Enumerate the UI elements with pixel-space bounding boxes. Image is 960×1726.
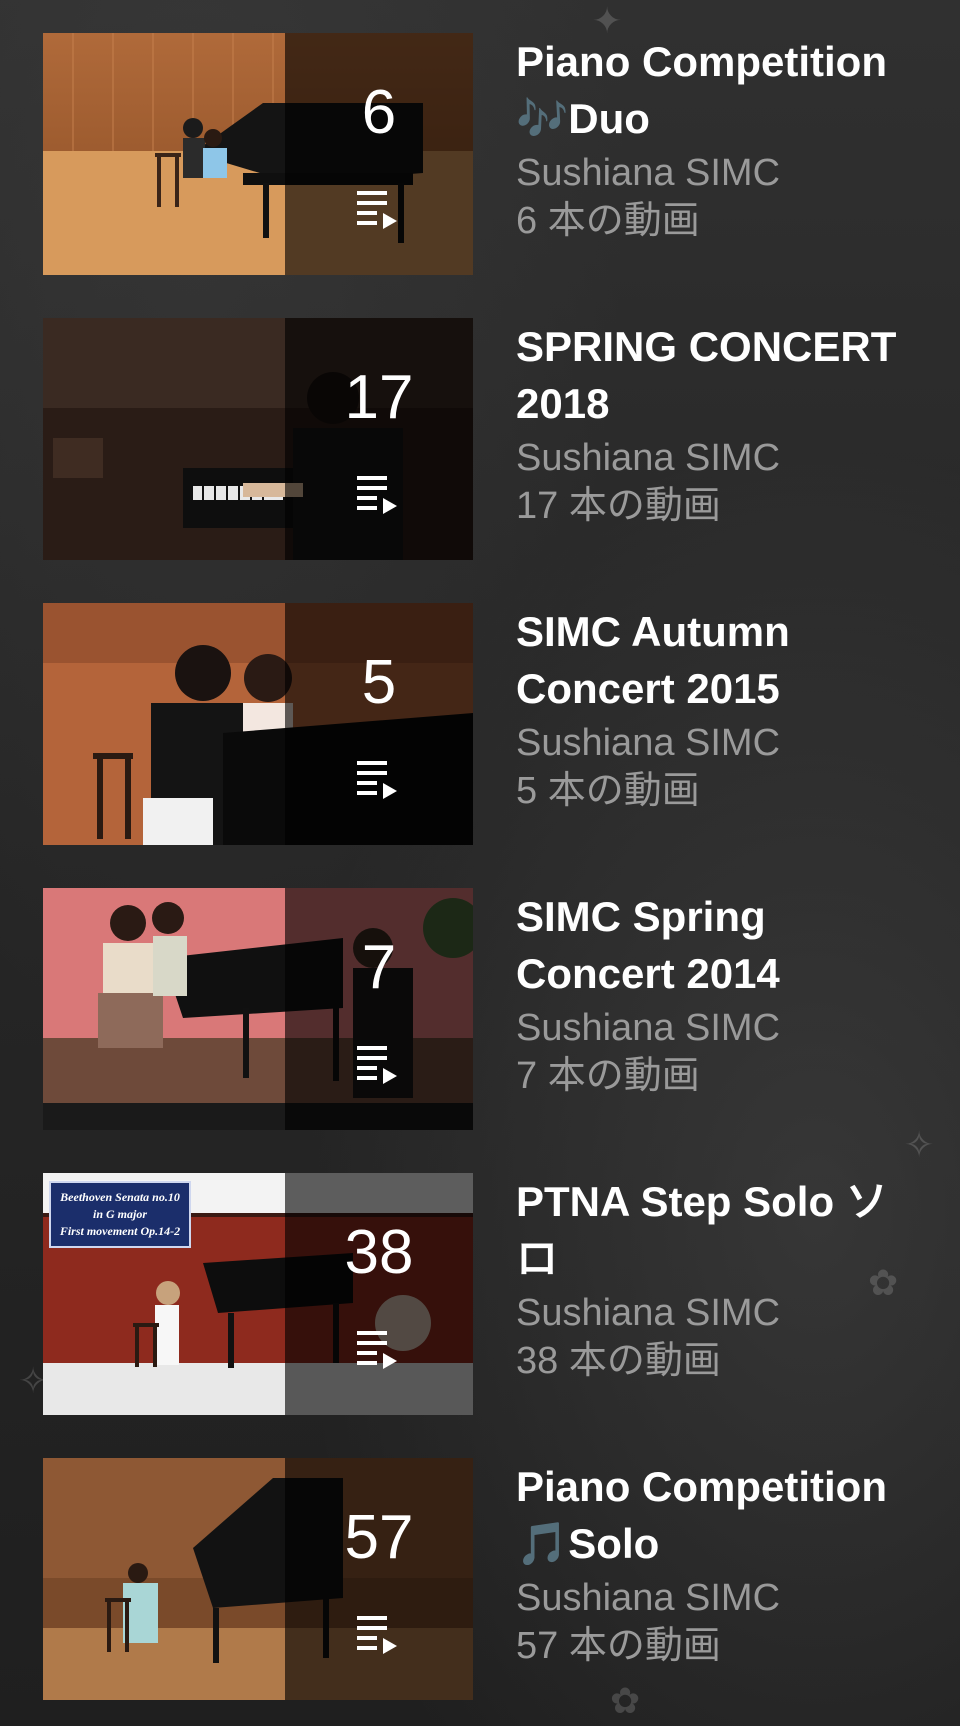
- channel-name[interactable]: Sushiana SIMC: [516, 149, 926, 197]
- channel-name[interactable]: Sushiana SIMC: [516, 719, 926, 767]
- video-count-overlay: 17: [344, 363, 414, 432]
- playlist-title-main: Piano Competition: [516, 38, 887, 85]
- playlist-info[interactable]: Piano Competition 🎶Duo Sushiana SIMC 6 本…: [516, 33, 926, 245]
- playlist-item[interactable]: 5 SIMC Autumn Concert 2015 Sushiana SIMC…: [0, 603, 960, 847]
- thumbnail-caption: Beethoven Senata no.10 in G major First …: [49, 1181, 191, 1248]
- playlist-info[interactable]: Piano Competition 🎵Solo Sushiana SIMC 57…: [516, 1458, 926, 1670]
- playlist-thumbnail[interactable]: 5: [43, 603, 473, 845]
- playlist-title[interactable]: Piano Competition 🎵Solo: [516, 1458, 926, 1572]
- queue-icon: [357, 476, 397, 514]
- music-note-icon: 🎶: [516, 95, 569, 142]
- playlist-info[interactable]: SIMC Spring Concert 2014 Sushiana SIMC 7…: [516, 888, 926, 1100]
- video-count-overlay: 57: [344, 1503, 414, 1572]
- thumbnail-overlay: 57: [285, 1458, 473, 1700]
- playlist-item[interactable]: 6 Piano Competition 🎶Duo Sushiana SIMC 6…: [0, 33, 960, 277]
- video-count-overlay: 6: [361, 78, 397, 147]
- playlist-thumbnail[interactable]: Beethoven Senata no.10 in G major First …: [43, 1173, 473, 1415]
- playlist-thumbnail[interactable]: 7: [43, 888, 473, 1130]
- video-count-text: 17 本の動画: [516, 485, 721, 527]
- queue-icon: [357, 1331, 397, 1369]
- channel-name[interactable]: Sushiana SIMC: [516, 1289, 926, 1337]
- video-count-overlay: 7: [361, 933, 397, 1002]
- playlist-info[interactable]: PTNA Step Solo ソロ Sushiana SIMC 38 本の動画: [516, 1173, 926, 1385]
- queue-icon: [357, 1616, 397, 1654]
- playlist-title[interactable]: SPRING CONCERT 2018: [516, 318, 926, 432]
- playlist-title[interactable]: SIMC Spring Concert 2014: [516, 888, 926, 1002]
- channel-name[interactable]: Sushiana SIMC: [516, 1574, 926, 1622]
- playlist-list: 6 Piano Competition 🎶Duo Sushiana SIMC 6…: [0, 0, 960, 1726]
- video-count-text: 38 本の動画: [516, 1340, 721, 1382]
- queue-icon: [357, 191, 397, 229]
- playlist-item[interactable]: 17 SPRING CONCERT 2018 Sushiana SIMC 17 …: [0, 318, 960, 562]
- thumbnail-overlay: 17: [285, 318, 473, 560]
- thumbnail-overlay: 6: [285, 33, 473, 275]
- playlist-title-suffix: Solo: [568, 1520, 660, 1567]
- playlist-title[interactable]: Piano Competition 🎶Duo: [516, 33, 926, 147]
- playlist-title[interactable]: PTNA Step Solo ソロ: [516, 1173, 926, 1287]
- playlist-item[interactable]: Beethoven Senata no.10 in G major First …: [0, 1173, 960, 1417]
- playlist-thumbnail[interactable]: 17: [43, 318, 473, 560]
- video-count-text: 6 本の動画: [516, 200, 700, 242]
- video-count-text: 7 本の動画: [516, 1055, 700, 1097]
- queue-icon: [357, 761, 397, 799]
- playlist-item[interactable]: 7 SIMC Spring Concert 2014 Sushiana SIMC…: [0, 888, 960, 1132]
- playlist-title-main: Piano Competition: [516, 1463, 887, 1510]
- thumbnail-overlay: 7: [285, 888, 473, 1130]
- channel-name[interactable]: Sushiana SIMC: [516, 434, 926, 482]
- playlist-title[interactable]: SIMC Autumn Concert 2015: [516, 603, 926, 717]
- video-count-overlay: 38: [344, 1218, 414, 1287]
- thumbnail-overlay: 38: [285, 1173, 473, 1415]
- music-note-icon: 🎵: [516, 1520, 569, 1567]
- caption-line: Beethoven Senata no.10: [60, 1190, 180, 1204]
- video-count-text: 57 本の動画: [516, 1625, 721, 1667]
- playlist-item[interactable]: 57 Piano Competition 🎵Solo Sushiana SIMC…: [0, 1458, 960, 1702]
- queue-icon: [357, 1046, 397, 1084]
- playlist-title-suffix: Duo: [568, 95, 650, 142]
- playlist-thumbnail[interactable]: 57: [43, 1458, 473, 1700]
- playlist-thumbnail[interactable]: 6: [43, 33, 473, 275]
- caption-line: in G major: [92, 1207, 147, 1221]
- video-count-overlay: 5: [361, 648, 397, 717]
- channel-name[interactable]: Sushiana SIMC: [516, 1004, 926, 1052]
- playlist-info[interactable]: SPRING CONCERT 2018 Sushiana SIMC 17 本の動…: [516, 318, 926, 530]
- caption-line: First movement Op.14-2: [59, 1224, 181, 1238]
- playlist-info[interactable]: SIMC Autumn Concert 2015 Sushiana SIMC 5…: [516, 603, 926, 815]
- thumbnail-overlay: 5: [285, 603, 473, 845]
- video-count-text: 5 本の動画: [516, 770, 700, 812]
